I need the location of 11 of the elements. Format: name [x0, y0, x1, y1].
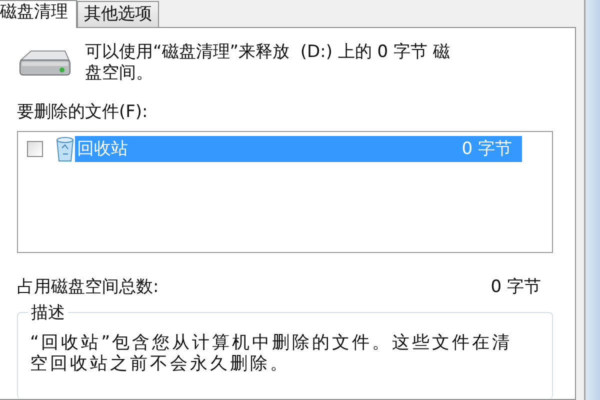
recycle-bin-icon [55, 136, 75, 162]
files-label: 要删除的文件(F): [17, 101, 149, 123]
summary-text: 可以使用“磁盘清理”来释放 (D:) 上的 0 字节 磁盘空间。 [85, 42, 451, 84]
total-value: 0 字节 [490, 276, 541, 298]
total-label: 占用磁盘空间总数: [17, 276, 159, 298]
description-text: “回收站”包含您从计算机中删除的文件。这些文件在清空回收站之前不会永久删除。 [30, 333, 514, 375]
tab[interactable]: 其他选项 [77, 1, 159, 27]
checkbox[interactable] [27, 140, 43, 156]
file-size: 0 字节 [462, 138, 512, 160]
file-name: 回收站 [77, 138, 128, 160]
tab[interactable]: 磁盘清理 [0, 0, 77, 28]
